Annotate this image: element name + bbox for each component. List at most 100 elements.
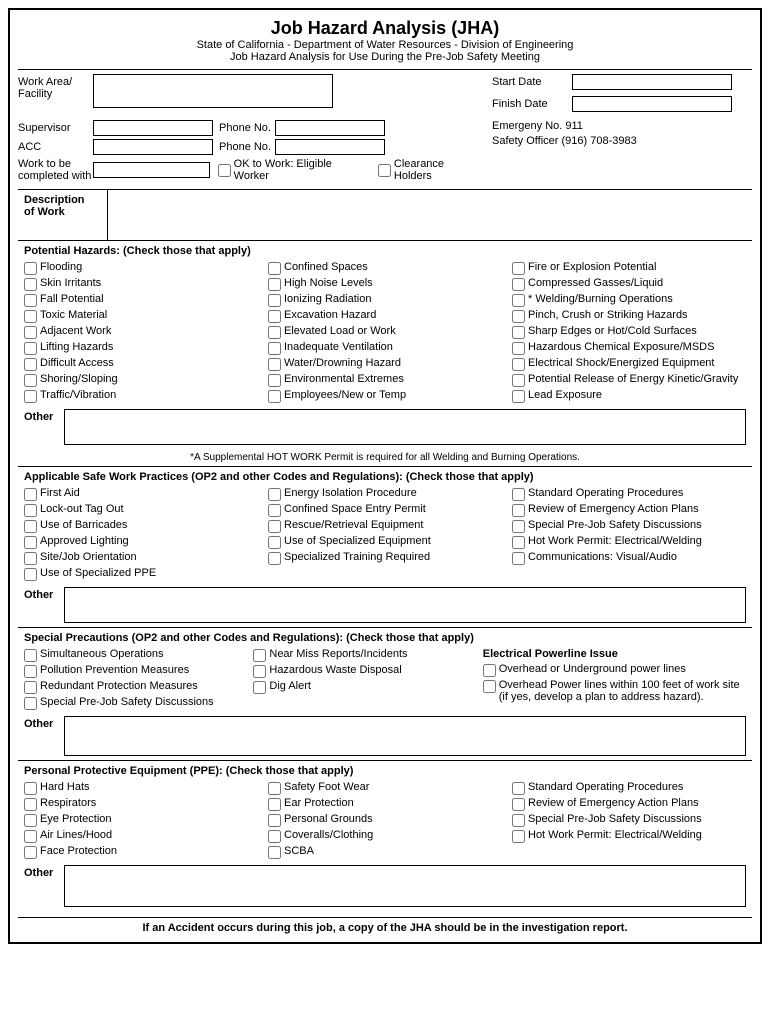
- potential-hazards-section: Potential Hazards: (Check those that app…: [18, 240, 752, 449]
- ok-to-work-checkbox-group[interactable]: OK to Work: Eligible Worker: [218, 158, 366, 182]
- description-input[interactable]: [108, 190, 752, 240]
- left-col: Work Area/Facility Supervisor Phone No. …: [18, 74, 482, 185]
- checkbox-air-lines/hood[interactable]: [24, 830, 37, 843]
- checkbox-site/job-orientation[interactable]: [24, 552, 37, 565]
- checkbox-scba[interactable]: [268, 846, 281, 859]
- checkbox-face-protection[interactable]: [24, 846, 37, 859]
- checkbox-energy-isolation-pro[interactable]: [268, 488, 281, 501]
- checkbox-inadequate-ventilati[interactable]: [268, 342, 281, 355]
- checkbox-electrical-shock/ene[interactable]: [512, 358, 525, 371]
- check-item-label: Overhead Power lines within 100 feet of …: [499, 679, 746, 703]
- checkbox-compressed-gasses/li[interactable]: [512, 278, 525, 291]
- checkbox-fall-potential[interactable]: [24, 294, 37, 307]
- clearance-holders-checkbox[interactable]: [378, 164, 391, 177]
- checkbox-ear-protection[interactable]: [268, 798, 281, 811]
- checkbox-high-noise-levels[interactable]: [268, 278, 281, 291]
- checkbox-sharp-edges-or-hot/c[interactable]: [512, 326, 525, 339]
- checkbox-pinch,-crush-or-stri[interactable]: [512, 310, 525, 323]
- phone-input1[interactable]: [275, 120, 385, 136]
- acc-input[interactable]: [93, 139, 213, 155]
- subtitle2: Job Hazard Analysis for Use During the P…: [18, 51, 752, 63]
- checkbox-lifting-hazards[interactable]: [24, 342, 37, 355]
- checkbox-coveralls/clothing[interactable]: [268, 830, 281, 843]
- acc-label: ACC: [18, 141, 93, 153]
- checkbox-first-aid[interactable]: [24, 488, 37, 501]
- supervisor-input[interactable]: [93, 120, 213, 136]
- work-completed-input[interactable]: [93, 162, 210, 178]
- checkbox-employees/new-or-tem[interactable]: [268, 390, 281, 403]
- checkbox-respirators[interactable]: [24, 798, 37, 811]
- checkbox-pollution-prevention[interactable]: [24, 665, 37, 678]
- checkbox-hard-hats[interactable]: [24, 782, 37, 795]
- checkbox-shoring/sloping[interactable]: [24, 374, 37, 387]
- ppe-other-input[interactable]: [64, 865, 746, 907]
- checkbox-simultaneous-operati[interactable]: [24, 649, 37, 662]
- checkbox-ionizing-radiation[interactable]: [268, 294, 281, 307]
- checkbox-hot-work-permit:-ele[interactable]: [512, 830, 525, 843]
- checkbox-traffic/vibration[interactable]: [24, 390, 37, 403]
- checkbox-special-pre-job-safe[interactable]: [24, 697, 37, 710]
- safe-work-other-input[interactable]: [64, 587, 746, 623]
- work-area-label: Work Area/Facility: [18, 74, 93, 100]
- checkbox-potential-release-of[interactable]: [512, 374, 525, 387]
- special-precautions-other-row: Other: [24, 716, 746, 756]
- check-item: Air Lines/Hood: [24, 829, 258, 843]
- checkbox-standard-operating-p[interactable]: [512, 782, 525, 795]
- checkbox-specialized-training[interactable]: [268, 552, 281, 565]
- checkbox-review-of-emergency-[interactable]: [512, 504, 525, 517]
- checkbox-difficult-access[interactable]: [24, 358, 37, 371]
- checkbox-use-of-barricades[interactable]: [24, 520, 37, 533]
- checkbox-confined-space-entry[interactable]: [268, 504, 281, 517]
- checkbox-special-pre-job-safe[interactable]: [512, 520, 525, 533]
- safe-work-col3: Standard Operating ProceduresReview of E…: [512, 487, 746, 583]
- checkbox-hazardous-chemical-e[interactable]: [512, 342, 525, 355]
- start-date-input[interactable]: [572, 74, 732, 90]
- phone-input2[interactable]: [275, 139, 385, 155]
- checkbox-confined-spaces[interactable]: [268, 262, 281, 275]
- finish-date-input[interactable]: [572, 96, 732, 112]
- work-area-input[interactable]: [93, 74, 333, 108]
- check-item: Safety Foot Wear: [268, 781, 502, 795]
- checkbox-safety-foot-wear[interactable]: [268, 782, 281, 795]
- check-item: Adjacent Work: [24, 325, 258, 339]
- checkbox-water/drowning-hazar[interactable]: [268, 358, 281, 371]
- checkbox-toxic-material[interactable]: [24, 310, 37, 323]
- checkbox-use-of-specialized-e[interactable]: [268, 536, 281, 549]
- checkbox-lead-exposure[interactable]: [512, 390, 525, 403]
- checkbox-adjacent-work[interactable]: [24, 326, 37, 339]
- checkbox-elevated-load-or-wor[interactable]: [268, 326, 281, 339]
- checkbox-approved-lighting[interactable]: [24, 536, 37, 549]
- check-item-label: Difficult Access: [40, 357, 114, 369]
- checkbox-standard-operating-p[interactable]: [512, 488, 525, 501]
- checkbox-overhead-power-lines[interactable]: [483, 680, 496, 693]
- checkbox-dig-alert[interactable]: [253, 681, 266, 694]
- checkbox-*-welding/burning-op[interactable]: [512, 294, 525, 307]
- checkbox-flooding[interactable]: [24, 262, 37, 275]
- checkbox-skin-irritants[interactable]: [24, 278, 37, 291]
- checkbox-redundant-protection[interactable]: [24, 681, 37, 694]
- hazards-other-input[interactable]: [64, 409, 746, 445]
- check-item: High Noise Levels: [268, 277, 502, 291]
- checkbox-hot-work-permit:-ele[interactable]: [512, 536, 525, 549]
- checkbox-use-of-specialized-p[interactable]: [24, 568, 37, 581]
- checkbox-lock-out-tag-out[interactable]: [24, 504, 37, 517]
- special-precautions-other-input[interactable]: [64, 716, 746, 756]
- check-item: Fire or Explosion Potential: [512, 261, 746, 275]
- checkbox-near-miss-reports/in[interactable]: [253, 649, 266, 662]
- checkbox-hazardous-waste-disp[interactable]: [253, 665, 266, 678]
- ppe-grid: Hard HatsRespiratorsEye ProtectionAir Li…: [24, 781, 746, 861]
- checkbox-environmental-extrem[interactable]: [268, 374, 281, 387]
- checkbox-special-pre-job-safe[interactable]: [512, 814, 525, 827]
- checkbox-review-of-emergency-[interactable]: [512, 798, 525, 811]
- checkbox-eye-protection[interactable]: [24, 814, 37, 827]
- check-item-label: Pinch, Crush or Striking Hazards: [528, 309, 688, 321]
- checkbox-overhead-or-undergro[interactable]: [483, 664, 496, 677]
- checkbox-personal-grounds[interactable]: [268, 814, 281, 827]
- checkbox-excavation-hazard[interactable]: [268, 310, 281, 323]
- check-item-label: Hard Hats: [40, 781, 90, 793]
- checkbox-communications:-visu[interactable]: [512, 552, 525, 565]
- ok-to-work-checkbox[interactable]: [218, 164, 231, 177]
- clearance-holders-checkbox-group[interactable]: Clearance Holders: [378, 158, 482, 182]
- checkbox-fire-or-explosion-po[interactable]: [512, 262, 525, 275]
- checkbox-rescue/retrieval-equ[interactable]: [268, 520, 281, 533]
